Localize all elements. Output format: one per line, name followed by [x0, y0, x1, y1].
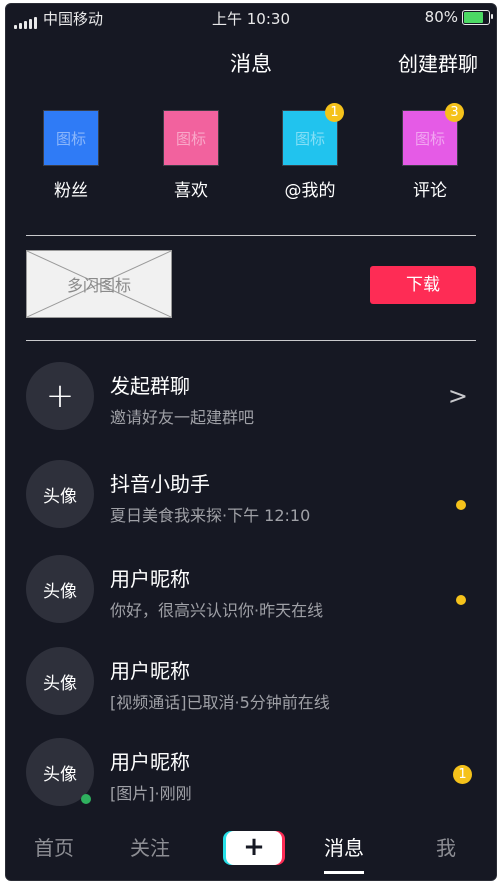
unread-dot	[456, 595, 466, 605]
mentions-icon: 图标 1	[282, 103, 344, 166]
conversation-name: 用户昵称	[110, 567, 190, 591]
conversation-row[interactable]: 头像 抖音小助手 夏日美食我来探·下午 12:10	[6, 460, 496, 538]
create-group-chat-button[interactable]: 创建群聊	[398, 48, 478, 77]
status-bar: 中国移动 上午 10:30 80%	[6, 4, 496, 30]
badge: 3	[445, 103, 464, 122]
conversation-row[interactable]: 头像 用户昵称 [视频通话]已取消·5分钟前在线	[6, 647, 496, 725]
tab-follow[interactable]: 关注	[130, 832, 170, 861]
start-group-chat-row[interactable]: + 发起群聊 邀请好友一起建群吧 >	[6, 362, 496, 440]
badge: 1	[325, 103, 344, 122]
tab-home[interactable]: 首页	[34, 832, 74, 861]
conversation-name: 用户昵称	[110, 750, 190, 774]
quick-action-mentions[interactable]: 图标 1 @我的	[265, 103, 355, 201]
quick-action-label: @我的	[284, 181, 336, 201]
quick-action-label: 评论	[413, 181, 447, 201]
conversation-subtitle: [视频通话]已取消·5分钟前在线	[110, 693, 330, 712]
conversation-name: 抖音小助手	[110, 472, 210, 496]
quick-action-label: 粉丝	[54, 181, 88, 201]
avatar: 头像	[26, 647, 94, 715]
avatar: 头像	[26, 738, 94, 806]
create-video-button[interactable]: +	[226, 831, 282, 865]
banner-placeholder-text: 多闪图标	[66, 276, 131, 295]
active-tab-indicator	[324, 871, 364, 874]
divider	[26, 340, 476, 341]
conversation-subtitle: 夏日美食我来探·下午 12:10	[110, 506, 311, 525]
battery-status: 80%	[424, 8, 493, 26]
conversation-name: 发起群聊	[110, 374, 190, 398]
avatar: 头像	[26, 460, 94, 528]
duoshan-banner-image: 多闪图标	[26, 250, 172, 318]
unread-count-badge: 1	[453, 765, 472, 784]
clock: 上午 10:30	[212, 10, 290, 28]
unread-dot	[456, 500, 466, 510]
comments-icon: 图标 3	[402, 103, 464, 166]
chevron-right-icon: >	[447, 382, 468, 410]
quick-action-label: 喜欢	[174, 181, 208, 201]
battery-percent: 80%	[424, 8, 458, 26]
divider	[26, 235, 476, 236]
battery-icon	[462, 9, 493, 25]
quick-action-fans[interactable]: 图标 粉丝	[26, 110, 116, 201]
conversation-subtitle: 你好，很高兴认识你·昨天在线	[110, 601, 324, 620]
online-status-dot	[81, 794, 91, 804]
conversation-row[interactable]: 头像 用户昵称 [图片]·刚刚 1	[6, 738, 496, 816]
likes-icon: 图标	[163, 110, 219, 166]
quick-action-likes[interactable]: 图标 喜欢	[146, 110, 236, 201]
quick-actions: 图标 粉丝 图标 喜欢 图标 1 @我的 图标 3 评论	[6, 103, 496, 210]
conversation-subtitle: 邀请好友一起建群吧	[110, 408, 255, 427]
quick-action-comments[interactable]: 图标 3 评论	[385, 103, 475, 201]
tab-bar: 首页 关注 + 消息 我	[6, 818, 496, 880]
phone-screen: 中国移动 上午 10:30 80% 消息 创建群聊 图标 粉丝 图标 喜欢 图标…	[5, 3, 497, 881]
conversation-name: 用户昵称	[110, 659, 190, 683]
conversation-row[interactable]: 头像 用户昵称 你好，很高兴认识你·昨天在线	[6, 555, 496, 633]
download-button[interactable]: 下载	[370, 266, 476, 304]
avatar: 头像	[26, 555, 94, 623]
tab-me[interactable]: 我	[436, 832, 456, 861]
fans-icon: 图标	[43, 110, 99, 166]
plus-icon: +	[26, 362, 94, 430]
header: 消息 创建群聊	[6, 42, 496, 82]
conversation-subtitle: [图片]·刚刚	[110, 784, 192, 803]
tab-messages[interactable]: 消息	[324, 832, 364, 874]
